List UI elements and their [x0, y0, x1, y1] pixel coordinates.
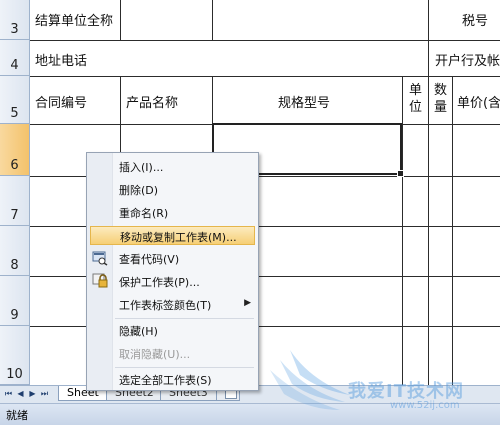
row-header-7[interactable]: 7 [0, 176, 30, 226]
row-header-8[interactable]: 8 [0, 226, 30, 276]
row-header-5[interactable]: 5 [0, 76, 30, 124]
menu-item-delete[interactable]: 删除(D) [90, 180, 255, 199]
menu-item-select-all-sheets[interactable]: 选定全部工作表(S) [90, 370, 255, 389]
status-text: 就绪 [6, 409, 28, 422]
sheet-tab-context-menu: 插入(I)... 删除(D) 重命名(R) 移动或复制工作表(M)... 查看代… [86, 152, 259, 391]
cell-unit-price[interactable]: 单价(含 [457, 92, 500, 111]
menu-item-unhide: 取消隐藏(U)... [90, 344, 255, 363]
cell-unit[interactable]: 单位 [409, 82, 423, 116]
row-header-9[interactable]: 9 [0, 276, 30, 326]
menu-item-label: 查看代码(V) [119, 253, 180, 266]
status-bar: 就绪 [0, 403, 500, 425]
menu-item-rename[interactable]: 重命名(R) [90, 203, 255, 222]
menu-separator [115, 367, 254, 368]
last-sheet-icon[interactable]: ⏭ [40, 389, 49, 399]
cell-address-phone[interactable]: 地址电话 [35, 50, 87, 69]
row-header-4[interactable]: 4 [0, 40, 30, 76]
menu-item-protect-sheet[interactable]: 保护工作表(P)... [90, 272, 255, 291]
menu-item-view-code[interactable]: 查看代码(V) [90, 249, 255, 268]
menu-item-label: 移动或复制工作表(M)... [120, 231, 237, 244]
view-code-icon [92, 251, 108, 266]
menu-item-label: 工作表标签颜色(T) [119, 299, 212, 312]
submenu-arrow-icon: ▶ [244, 298, 251, 308]
menu-item-label: 隐藏(H) [119, 325, 158, 338]
grid-line [428, 0, 429, 76]
menu-item-tab-color[interactable]: 工作表标签颜色(T) ▶ [90, 295, 255, 314]
grid-line [30, 40, 500, 41]
menu-item-label: 插入(I)... [119, 161, 164, 174]
cell-contract-no[interactable]: 合同编号 [35, 92, 87, 111]
cell-quantity[interactable]: 数量 [434, 82, 448, 116]
grid-line [120, 0, 121, 40]
menu-item-insert[interactable]: 插入(I)... [90, 157, 255, 176]
grid-line [212, 0, 213, 40]
grid-line [402, 76, 403, 385]
menu-item-label: 选定全部工作表(S) [119, 374, 212, 387]
grid-line [30, 76, 500, 77]
menu-separator [115, 318, 254, 319]
grid-line [428, 76, 429, 385]
row-header-3[interactable]: 3 [0, 0, 30, 40]
menu-item-move-copy[interactable]: 移动或复制工作表(M)... [90, 226, 255, 245]
row-header-10[interactable]: 10 [0, 326, 30, 385]
cell-product-name[interactable]: 产品名称 [126, 92, 178, 111]
first-sheet-icon[interactable]: ⏮ [4, 389, 13, 399]
cell-bank-account[interactable]: 开户行及帐 [435, 50, 500, 69]
row-header-6[interactable]: 6 [0, 124, 30, 176]
menu-item-hide[interactable]: 隐藏(H) [90, 321, 255, 340]
menu-item-label: 取消隐藏(U)... [119, 348, 191, 361]
prev-sheet-icon[interactable]: ◀ [16, 389, 25, 399]
menu-item-label: 保护工作表(P)... [119, 276, 200, 289]
grid-line [452, 76, 453, 385]
cell-tax-no[interactable]: 税号 [462, 10, 488, 29]
lock-icon [92, 273, 108, 288]
next-sheet-icon[interactable]: ▶ [28, 389, 37, 399]
cell-spec-model[interactable]: 规格型号 [278, 92, 330, 111]
cell-settlement-unit[interactable]: 结算单位全称 [35, 10, 113, 29]
menu-item-label: 重命名(R) [119, 207, 169, 220]
menu-item-label: 删除(D) [119, 184, 159, 197]
